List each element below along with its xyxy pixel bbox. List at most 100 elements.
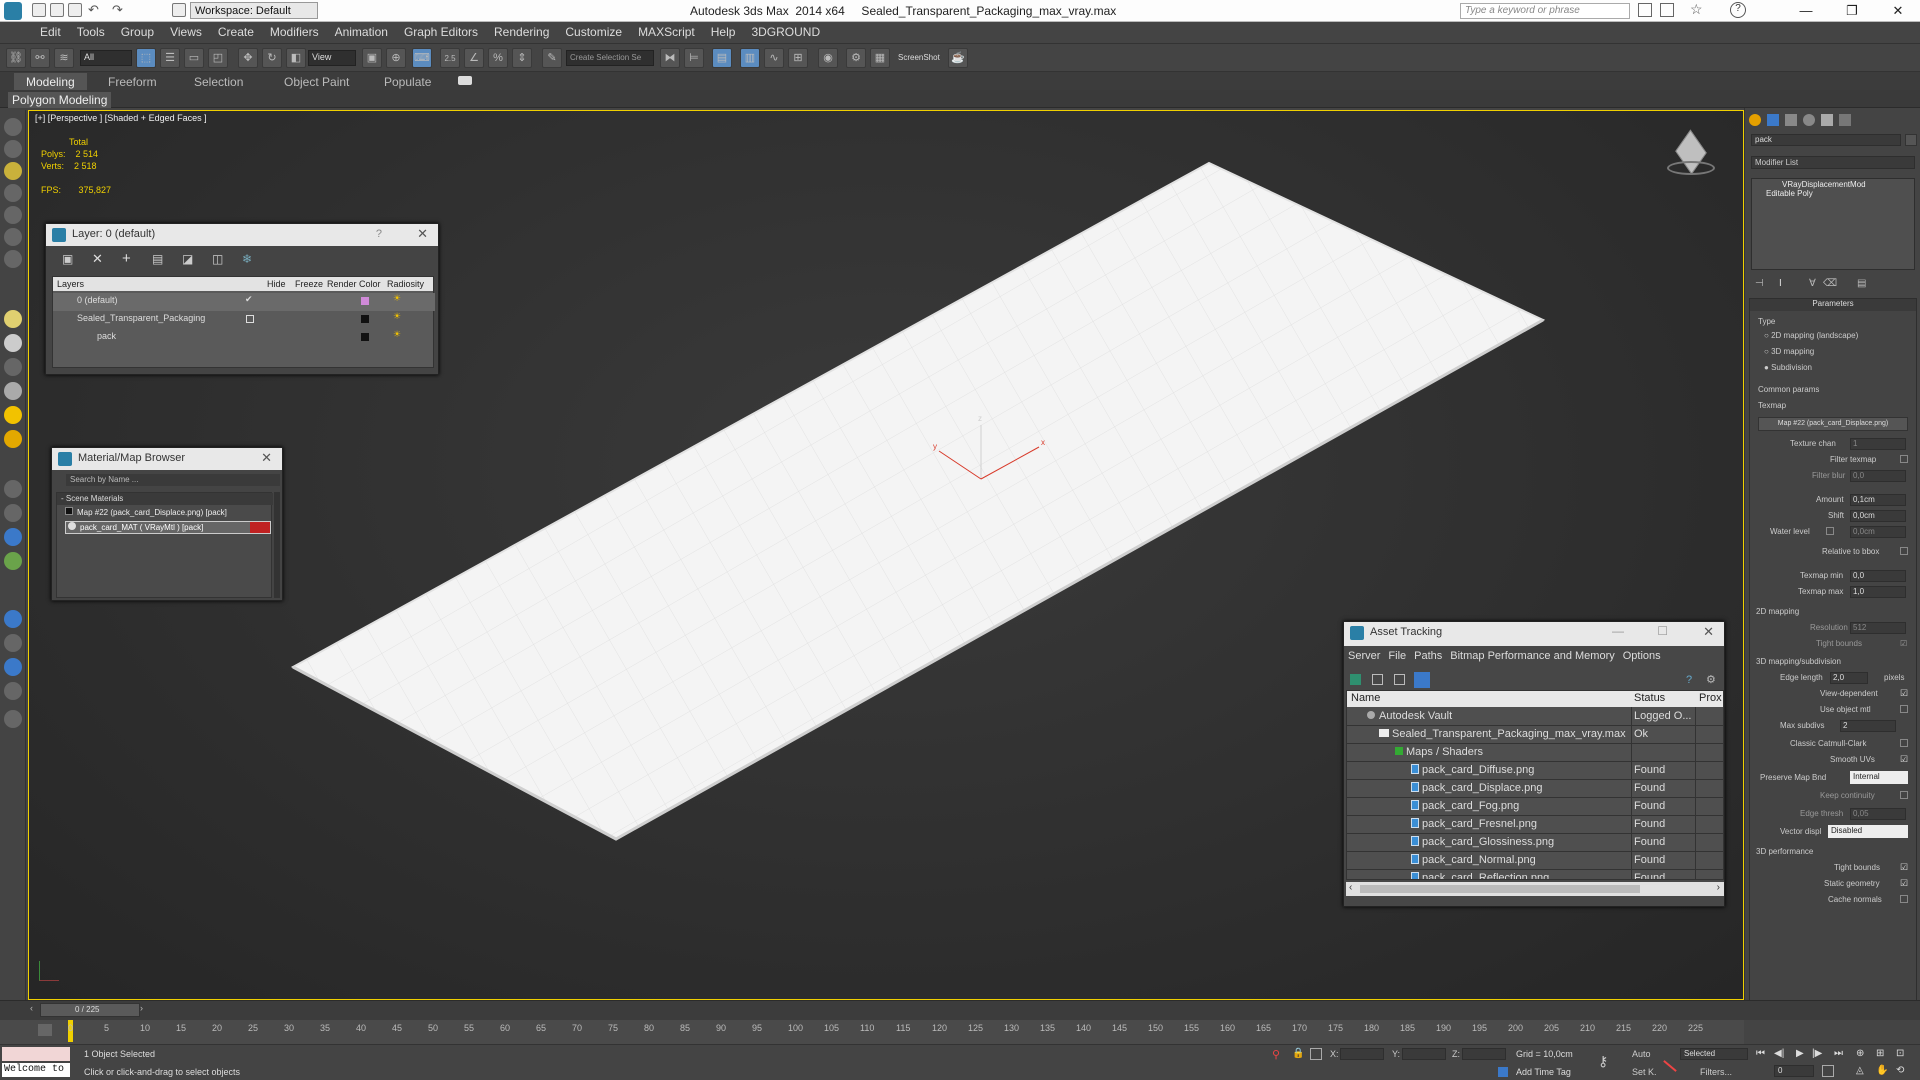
- material-item[interactable]: Map #22 (pack_card_Displace.png) [pack]: [65, 507, 271, 520]
- configure-sets-icon[interactable]: ▤: [1857, 278, 1866, 289]
- menu-3dground[interactable]: 3DGROUND: [743, 22, 828, 42]
- maximize-button[interactable]: ☐: [1657, 624, 1668, 638]
- close-icon[interactable]: ✕: [261, 450, 272, 466]
- asset-hscrollbar[interactable]: ‹ ›: [1346, 882, 1724, 896]
- zoom-all-icon[interactable]: ⊞: [1876, 1048, 1884, 1059]
- torus-primitive-icon[interactable]: [4, 358, 22, 376]
- water-level-spinner[interactable]: 0,0cm: [1850, 526, 1906, 538]
- scene-materials-group[interactable]: - Scene Materials: [57, 493, 273, 505]
- schematic-view-icon[interactable]: ⊞: [788, 48, 808, 68]
- transform-gizmo[interactable]: x y z: [929, 411, 1049, 491]
- menu-create[interactable]: Create: [210, 22, 262, 42]
- menu-customize[interactable]: Customize: [557, 22, 630, 42]
- curve-editor-icon[interactable]: ∿: [764, 48, 784, 68]
- maxscript-mini-listener[interactable]: [2, 1047, 70, 1061]
- col-status[interactable]: Status: [1634, 692, 1665, 704]
- tab-populate[interactable]: Populate: [372, 73, 443, 90]
- z-coord-field[interactable]: [1462, 1048, 1506, 1060]
- move-icon[interactable]: ✥: [238, 48, 258, 68]
- screenshot-label[interactable]: ScreenShot: [898, 53, 940, 62]
- keyword-search-input[interactable]: Type a keyword or phrase: [1460, 3, 1630, 19]
- create-geometry-icon[interactable]: [4, 118, 22, 136]
- systems-icon[interactable]: [4, 250, 22, 268]
- scroll-thumb[interactable]: [1360, 885, 1640, 893]
- menu-options[interactable]: Options: [1623, 650, 1661, 662]
- select-manipulate-icon[interactable]: ⊕: [386, 48, 406, 68]
- y-coord-field[interactable]: [1402, 1048, 1446, 1060]
- resolution-spinner[interactable]: 512: [1850, 622, 1906, 634]
- asset-row-scene-file[interactable]: Sealed_Transparent_Packaging_max_vray.ma…: [1347, 726, 1723, 744]
- save-file-icon[interactable]: [68, 3, 82, 17]
- filter-texmap-checkbox[interactable]: [1900, 455, 1908, 463]
- render-teapot-icon[interactable]: ☕: [948, 48, 968, 68]
- tab-selection[interactable]: Selection: [182, 73, 255, 90]
- menu-help[interactable]: Help: [703, 22, 744, 42]
- undo-icon[interactable]: ↶: [88, 2, 99, 18]
- globe-icon[interactable]: [4, 610, 22, 628]
- menu-tools[interactable]: Tools: [69, 22, 113, 42]
- minimize-button[interactable]: —: [1784, 0, 1828, 22]
- layer-row[interactable]: Sealed_Transparent_Packaging ☀: [53, 311, 435, 329]
- maxscript-listener-input[interactable]: Welcome to: [2, 1063, 70, 1077]
- go-to-end-icon[interactable]: ⏭: [1834, 1048, 1843, 1059]
- time-slider[interactable]: 0 / 225 ‹ ›: [0, 1000, 1920, 1020]
- window-crossing-icon[interactable]: ◰: [208, 48, 228, 68]
- select-object-icon[interactable]: ⬚: [136, 48, 156, 68]
- menu-server[interactable]: Server: [1348, 650, 1380, 662]
- tree-icon[interactable]: [4, 552, 22, 570]
- texmap-min-spinner[interactable]: 0,0: [1850, 570, 1906, 582]
- zoom-extents-icon[interactable]: ⊡: [1896, 1048, 1904, 1059]
- texmap-max-spinner[interactable]: 1,0: [1850, 586, 1906, 598]
- search-tools-icon[interactable]: [1638, 3, 1652, 17]
- make-unique-icon[interactable]: ∀: [1809, 278, 1816, 289]
- col-layers[interactable]: Layers: [57, 279, 84, 289]
- menu-views[interactable]: Views: [162, 22, 210, 42]
- texmap-button[interactable]: Map #22 (pack_card_Displace.png): [1758, 417, 1908, 431]
- viewcube-icon[interactable]: [1667, 129, 1715, 175]
- next-key-icon[interactable]: |▶: [1812, 1048, 1822, 1059]
- time-slider-thumb[interactable]: 0 / 225: [40, 1003, 140, 1017]
- create-shapes-icon[interactable]: [4, 140, 22, 158]
- add-time-tag[interactable]: Add Time Tag: [1516, 1067, 1571, 1077]
- named-selection-set-dropdown[interactable]: Create Selection Se: [566, 50, 654, 66]
- tree-view-icon[interactable]: [1394, 674, 1405, 685]
- scroll-left-icon[interactable]: ‹: [1349, 882, 1352, 893]
- rendered-frame-window-icon[interactable]: ▦: [870, 48, 890, 68]
- snap-toggle-icon[interactable]: 2.5: [440, 48, 460, 68]
- render-setup-icon[interactable]: ⚙: [846, 48, 866, 68]
- orbit-icon[interactable]: ⟲: [1896, 1065, 1904, 1076]
- minimize-button[interactable]: —: [1612, 624, 1624, 638]
- col-freeze[interactable]: Freeze: [295, 279, 323, 289]
- perspective-viewport[interactable]: [+] [Perspective ] [Shaded + Edged Faces…: [28, 110, 1744, 1000]
- object-name-field[interactable]: pack: [1751, 134, 1901, 146]
- region-select-icon[interactable]: ▭: [184, 48, 204, 68]
- col-name[interactable]: Name: [1351, 692, 1380, 704]
- delete-layer-icon[interactable]: ✕: [92, 251, 103, 267]
- amount-spinner[interactable]: 0,1cm: [1850, 494, 1906, 506]
- key-filters-button[interactable]: Filters...: [1700, 1067, 1732, 1077]
- material-browser-titlebar[interactable]: Material/Map Browser ✕: [52, 448, 282, 470]
- bind-space-warp-icon[interactable]: ≋: [54, 48, 74, 68]
- field-of-view-icon[interactable]: ◬: [1856, 1065, 1864, 1076]
- menu-graph-editors[interactable]: Graph Editors: [396, 22, 486, 42]
- angle-snap-icon[interactable]: ∠: [464, 48, 484, 68]
- scale-icon[interactable]: ◧: [286, 48, 306, 68]
- settings-icon[interactable]: [4, 682, 22, 700]
- scene-explorer-icon[interactable]: [4, 634, 22, 652]
- col-hide[interactable]: Hide: [267, 279, 286, 289]
- maximize-button[interactable]: ❐: [1830, 0, 1874, 22]
- view-dependent-checkbox[interactable]: ☑: [1900, 688, 1908, 699]
- mini-curve-editor-icon[interactable]: [38, 1024, 52, 1036]
- close-icon[interactable]: ✕: [417, 226, 428, 242]
- key-filter-slash-icon[interactable]: [1663, 1060, 1677, 1072]
- select-in-layer-icon[interactable]: ▤: [152, 252, 163, 266]
- show-end-result-icon[interactable]: I: [1779, 278, 1782, 289]
- auto-key-button[interactable]: Auto: [1632, 1049, 1651, 1059]
- percent-snap-icon[interactable]: %: [488, 48, 508, 68]
- tab-object-paint[interactable]: Object Paint: [272, 73, 361, 90]
- time-config-icon[interactable]: [1822, 1065, 1834, 1077]
- communication-center-icon[interactable]: [1660, 3, 1674, 17]
- hide-all-layers-icon[interactable]: ◫: [212, 252, 223, 266]
- material-item[interactable]: pack_card_MAT ( VRayMtl ) [pack]: [65, 521, 271, 534]
- col-proxy[interactable]: Prox: [1699, 692, 1722, 704]
